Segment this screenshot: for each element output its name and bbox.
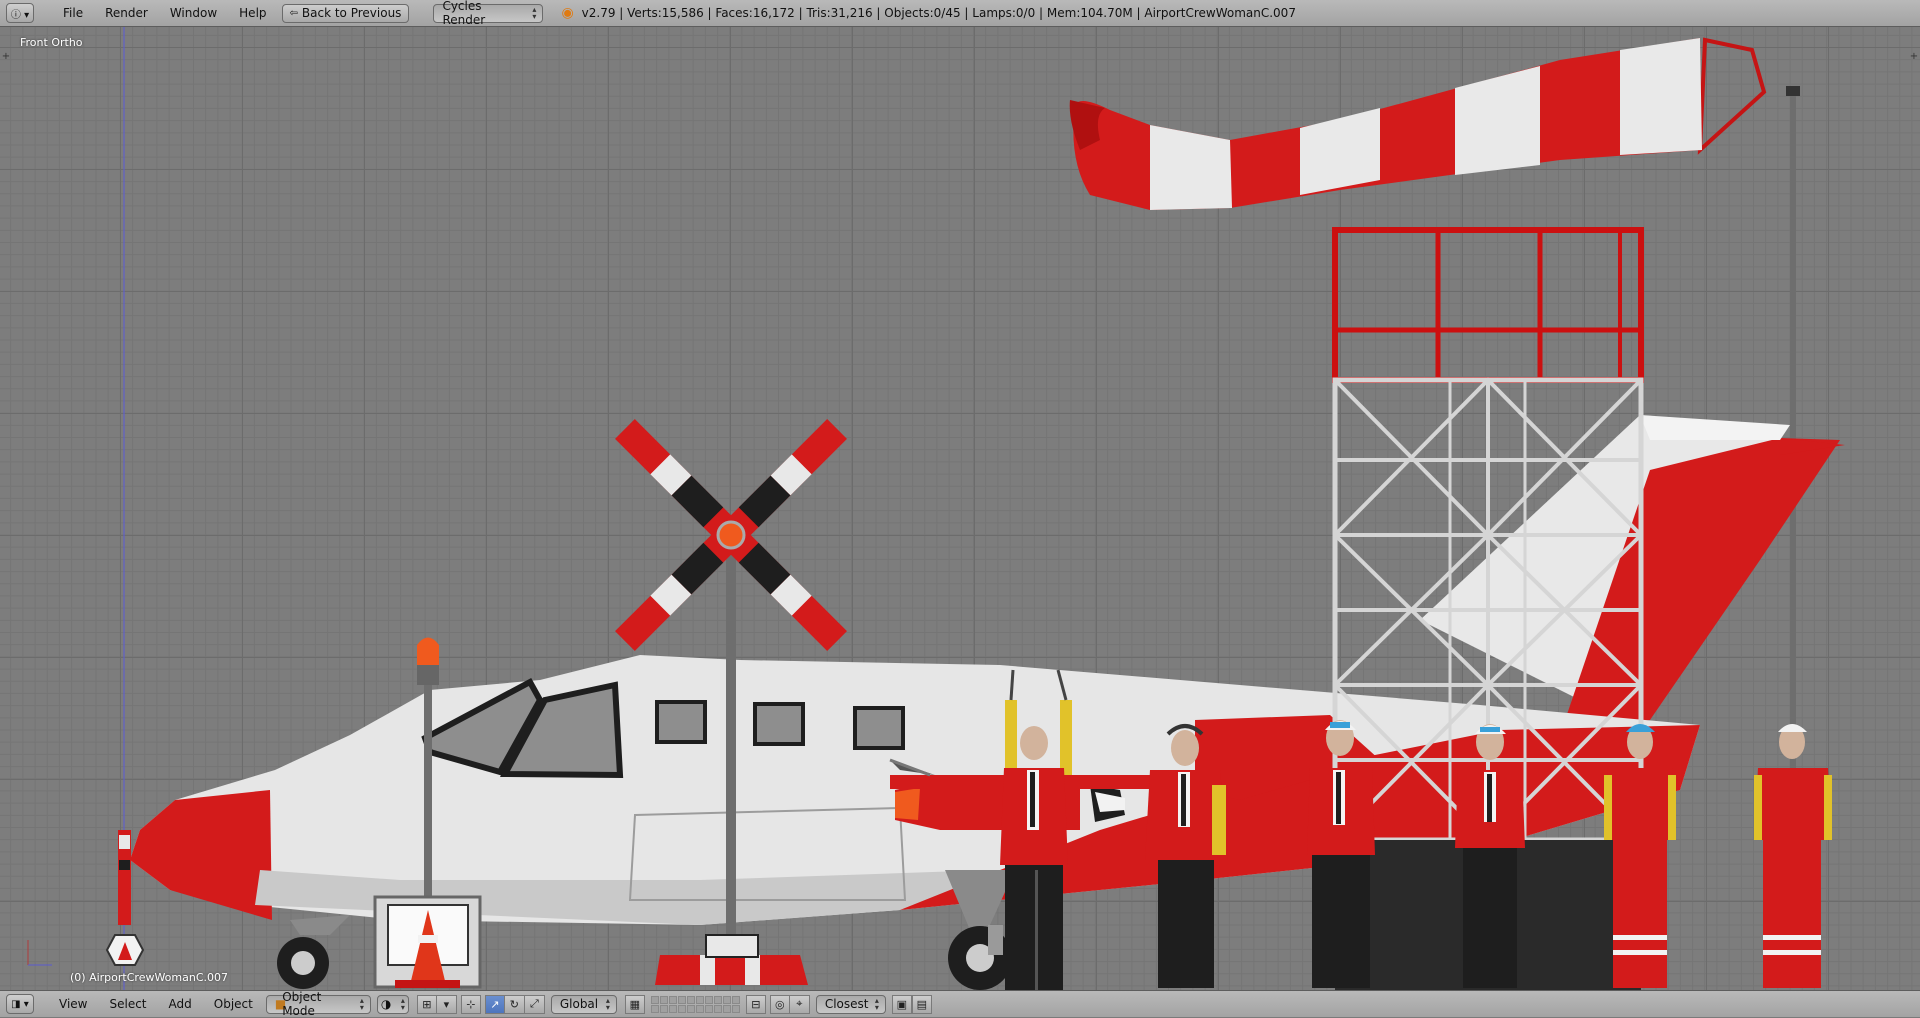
menu-window[interactable]: Window (159, 6, 228, 20)
render-animation-icon[interactable]: ▤ (911, 994, 932, 1014)
select-arrows-icon: ▴ ▾ (874, 996, 879, 1012)
scene-render (27, 27, 1845, 990)
menu-view[interactable]: View (48, 997, 98, 1011)
3d-view-header: ◨ ▾ View Select Add Object ■ Object Mode… (0, 990, 1920, 1018)
mode-select[interactable]: ■ Object Mode ▴ ▾ (265, 990, 371, 1018)
menu-select[interactable]: Select (98, 997, 157, 1011)
info-icon: ⓘ ▾ (10, 9, 30, 21)
rotate-manipulator-icon[interactable]: ↻ (504, 994, 525, 1014)
select-arrows-icon: ▴ ▾ (359, 996, 364, 1012)
scale-manipulator-icon[interactable]: ⤢ (524, 994, 545, 1014)
layers-icon[interactable]: ▦ (624, 994, 645, 1014)
select-arrows-icon: ▴ ▾ (400, 996, 405, 1012)
lock-camera-layers-icon[interactable]: ⊟ (745, 994, 766, 1014)
manipulator-toggle-icon[interactable]: ⊹ (460, 994, 481, 1014)
back-to-previous-label: Back to Previous (301, 6, 402, 20)
active-object-label: (0) AirportCrewWomanC.007 (70, 971, 229, 984)
editor-type-button[interactable]: ◨ ▾ (6, 994, 34, 1014)
snap-target-label: Closest (824, 997, 869, 1011)
menu-object[interactable]: Object (203, 997, 264, 1011)
select-arrows-icon: ▴ ▾ (532, 5, 537, 21)
menu-render[interactable]: Render (94, 6, 159, 20)
shading-solid-icon: ◑ (380, 997, 392, 1011)
transform-orientation-select[interactable]: Global ▴ ▾ (550, 994, 617, 1014)
pivot-menu-icon[interactable]: ▾ (436, 994, 457, 1014)
marker-post[interactable] (27, 830, 145, 966)
pivot-point-icon[interactable]: ⊞ (416, 994, 437, 1014)
orientation-label: Global (559, 997, 599, 1011)
layer-grid[interactable] (650, 995, 740, 1013)
viewport-shading-select[interactable]: ◑ ▴ ▾ (376, 994, 409, 1014)
editor-type-button[interactable]: ⓘ ▾ (6, 3, 34, 23)
menu-add[interactable]: Add (158, 997, 203, 1011)
3d-viewport[interactable]: + + Front Ortho (0) AirportCrewWomanC.00… (0, 27, 1920, 990)
proportional-edit-icon[interactable]: ◎ (769, 994, 790, 1014)
select-arrows-icon: ▴ ▾ (605, 996, 610, 1012)
menu-help[interactable]: Help (228, 6, 277, 20)
render-engine-label: Cycles Render (442, 0, 486, 27)
translate-manipulator-icon[interactable]: ↗ (484, 994, 505, 1014)
3d-view-icon: ◨ ▾ (11, 998, 29, 1010)
back-icon: ⇦ (289, 7, 298, 19)
snap-toggle-icon[interactable]: ⌖ (789, 994, 810, 1014)
snap-target-select[interactable]: Closest ▴ ▾ (815, 994, 886, 1014)
render-image-icon[interactable]: ▣ (891, 994, 912, 1014)
info-header: ⓘ ▾ File Render Window Help ⇦ Back to Pr… (0, 0, 1920, 27)
mode-label: Object Mode (282, 990, 322, 1018)
back-to-previous-button[interactable]: ⇦ Back to Previous (281, 3, 410, 23)
menu-file[interactable]: File (52, 6, 94, 20)
blender-logo-icon: ◉ (561, 5, 574, 21)
scene-stats: v2.79 | Verts:15,586 | Faces:16,172 | Tr… (581, 6, 1296, 20)
render-engine-select[interactable]: Cycles Render ▴ ▾ (433, 0, 544, 27)
